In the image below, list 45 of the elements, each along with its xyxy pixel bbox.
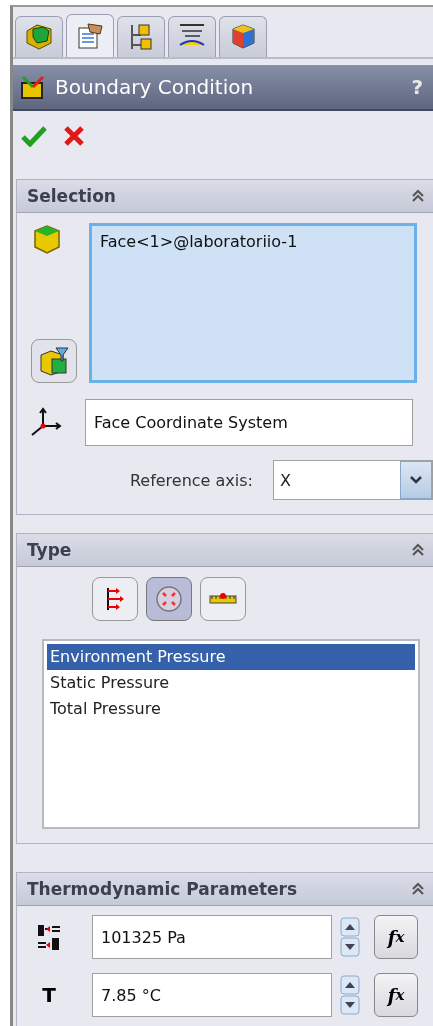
section-header[interactable]: Type	[17, 534, 433, 567]
section-title: Selection	[27, 186, 116, 206]
list-item[interactable]: Total Pressure	[47, 696, 415, 722]
pressure-icon	[36, 923, 62, 951]
list-item[interactable]: Environment Pressure	[47, 644, 415, 670]
filter-cube-icon	[38, 345, 70, 377]
filter-button[interactable]	[31, 339, 77, 383]
collapse-toggle[interactable]	[411, 882, 425, 896]
list-item[interactable]: Face<1>@laboratoriio-1	[100, 232, 406, 251]
parameter-field[interactable]: 101325 Pa	[92, 915, 332, 959]
parameter-symbol: T	[42, 983, 56, 1007]
section-header[interactable]: Thermodynamic Parameters	[17, 873, 433, 906]
selection-list[interactable]: Face<1>@laboratoriio-1	[89, 223, 417, 383]
panel-title: Boundary Condition	[55, 75, 255, 99]
type-button[interactable]	[92, 577, 138, 621]
collapse-toggle[interactable]	[411, 543, 425, 557]
double-chevron-icon	[411, 543, 425, 557]
checkmark-icon	[21, 125, 47, 147]
ok-button[interactable]	[21, 125, 47, 147]
circle-arrows-icon	[154, 584, 184, 614]
collapse-toggle[interactable]	[411, 189, 425, 203]
type-button[interactable]	[200, 577, 246, 621]
section-title: Thermodynamic Parameters	[27, 879, 298, 899]
spin-button[interactable]	[340, 917, 360, 957]
coordinate-system-field[interactable]: Face Coordinate System	[85, 399, 413, 446]
reference-axis-dropdown[interactable]: X	[273, 460, 433, 500]
tab[interactable]	[15, 16, 63, 57]
spin-arrows-icon	[340, 917, 360, 957]
tab[interactable]	[117, 16, 165, 57]
double-chevron-icon	[411, 882, 425, 896]
field-label: Reference axis:	[129, 470, 253, 490]
close-icon	[63, 125, 85, 147]
parameter-field[interactable]: 7.85 °C	[92, 973, 332, 1017]
list-item[interactable]: Static Pressure	[47, 670, 415, 696]
cancel-button[interactable]	[63, 125, 85, 147]
tab[interactable]	[66, 14, 114, 57]
chevron-down-icon	[409, 475, 423, 485]
type-button[interactable]	[146, 577, 192, 621]
double-chevron-icon	[411, 189, 425, 203]
section-header[interactable]: Selection	[17, 180, 433, 213]
face-cube-icon	[31, 223, 63, 255]
section-title: Type	[27, 540, 72, 560]
spin-button[interactable]	[340, 975, 360, 1015]
spin-arrows-icon	[340, 975, 360, 1015]
tab[interactable]	[168, 16, 216, 57]
